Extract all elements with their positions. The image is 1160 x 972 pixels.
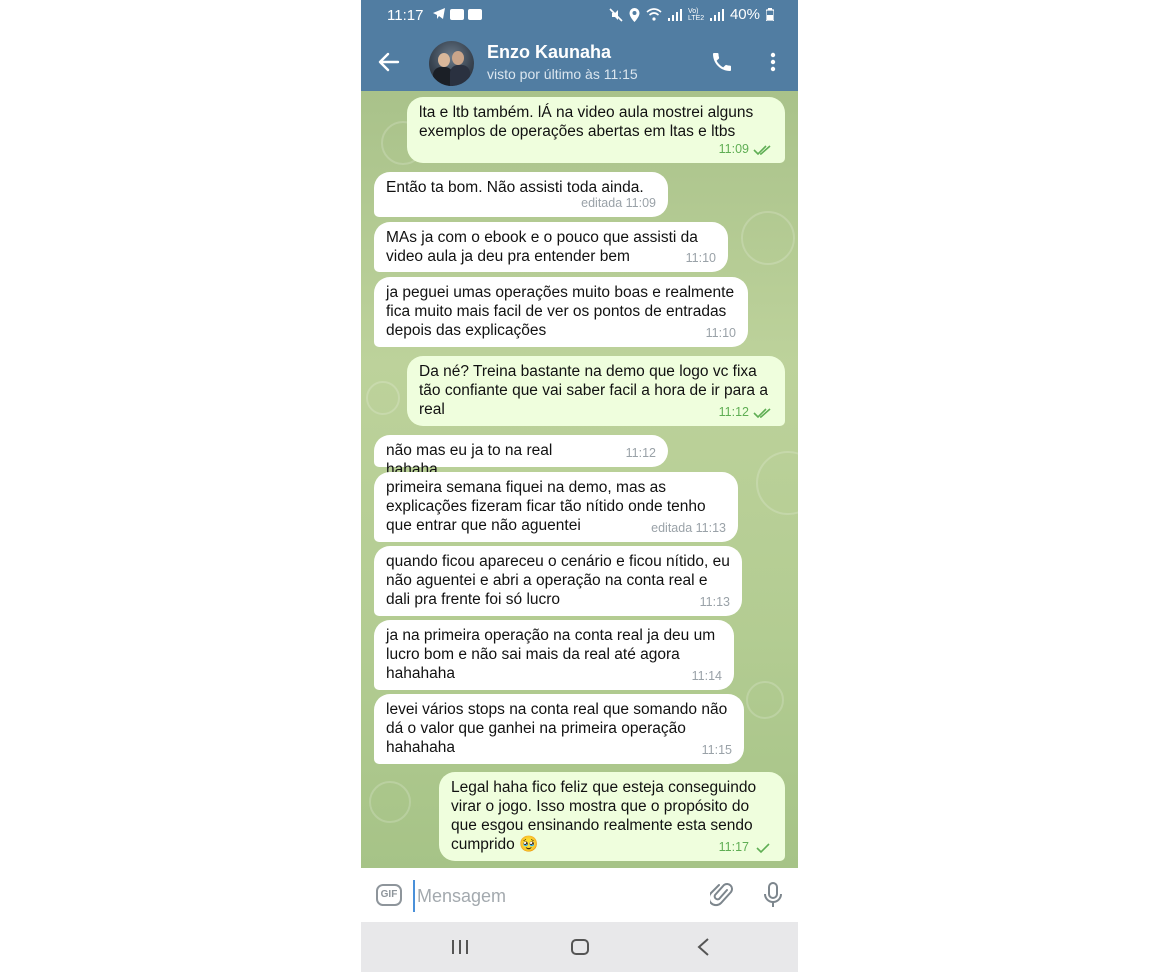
message-text: ja na primeira operação na conta real ja… bbox=[386, 627, 716, 682]
message-bubble-incoming[interactable]: primeira semana fiquei na demo, mas as e… bbox=[374, 472, 738, 542]
message-time: 11:17 bbox=[718, 840, 749, 854]
nav-back-icon[interactable] bbox=[696, 937, 710, 957]
message-bubble-incoming[interactable]: ja peguei umas operações muito boas e re… bbox=[374, 277, 748, 347]
chat-area[interactable]: lta e ltb também. lÁ na video aula mostr… bbox=[361, 91, 798, 868]
location-icon bbox=[629, 7, 640, 22]
recent-apps-icon[interactable] bbox=[450, 939, 470, 955]
system-nav-bar bbox=[361, 922, 798, 972]
double-check-icon bbox=[753, 407, 771, 418]
message-meta: 11:12 bbox=[719, 403, 773, 422]
contact-name[interactable]: Enzo Kaunaha bbox=[487, 42, 611, 63]
home-icon[interactable] bbox=[571, 939, 589, 955]
message-time: 11:10 bbox=[685, 251, 716, 265]
message-text: Da né? Treina bastante na demo que logo … bbox=[419, 363, 768, 418]
gallery-notification-icon bbox=[450, 8, 464, 20]
mute-icon bbox=[609, 7, 623, 22]
microphone-icon[interactable] bbox=[761, 881, 785, 909]
message-bubble-incoming[interactable]: MAs ja com o ebook e o pouco que assisti… bbox=[374, 222, 728, 272]
message-time: 11:12 bbox=[718, 405, 749, 419]
message-time: 11:15 bbox=[701, 743, 732, 757]
contact-avatar[interactable] bbox=[429, 41, 474, 86]
message-text: ja peguei umas operações muito boas e re… bbox=[386, 284, 735, 339]
status-right-icons: Vo) LTE2 40% bbox=[609, 6, 774, 23]
message-meta: 11:10 bbox=[686, 249, 716, 268]
message-text: MAs ja com o ebook e o pouco que assisti… bbox=[386, 229, 698, 265]
more-options-icon[interactable] bbox=[763, 50, 783, 74]
message-bubble-incoming[interactable]: levei vários stops na conta real que som… bbox=[374, 694, 744, 764]
message-time: 11:12 bbox=[625, 446, 656, 460]
message-time: 11:09 bbox=[718, 142, 749, 156]
back-arrow-icon[interactable] bbox=[376, 49, 402, 75]
message-input[interactable] bbox=[413, 880, 699, 912]
message-meta: 11:12 bbox=[626, 444, 656, 463]
message-time: 11:13 bbox=[699, 595, 730, 609]
single-check-icon bbox=[756, 842, 770, 853]
battery-percent: 40% bbox=[729, 6, 760, 23]
attach-paperclip-icon[interactable] bbox=[710, 882, 734, 908]
message-meta: 11:09 bbox=[719, 140, 773, 159]
phone-call-icon[interactable] bbox=[710, 50, 734, 74]
signal-icon-2 bbox=[709, 8, 724, 21]
double-check-icon bbox=[753, 144, 771, 155]
message-meta: 11:15 bbox=[702, 741, 732, 760]
message-meta: 11:14 bbox=[692, 667, 722, 686]
notification-icons bbox=[432, 8, 482, 20]
last-seen-status: visto por último às 11:15 bbox=[487, 66, 638, 82]
message-meta: 11:17 bbox=[719, 838, 773, 857]
message-bubble-outgoing[interactable]: lta e ltb também. lÁ na video aula mostr… bbox=[407, 97, 785, 163]
message-time: editada 11:09 bbox=[581, 196, 656, 210]
message-time: 11:10 bbox=[705, 326, 736, 340]
status-bar: 11:17 Vo) LTE2 40% bbox=[361, 0, 798, 33]
phone-screen: 11:17 Vo) LTE2 40% Enzo Kaunaha visto po… bbox=[361, 0, 798, 972]
message-bubble-incoming[interactable]: ja na primeira operação na conta real ja… bbox=[374, 620, 734, 690]
message-text: quando ficou apareceu o cenário e ficou … bbox=[386, 553, 730, 608]
message-meta: editada 11:09 bbox=[581, 194, 656, 213]
message-bubble-incoming[interactable]: não mas eu ja to na real hahaha 11:12 bbox=[374, 435, 668, 478]
message-bubble-incoming[interactable]: Então ta bom. Não assisti toda ainda. ed… bbox=[374, 172, 668, 217]
message-time: editada 11:13 bbox=[651, 521, 726, 535]
message-meta: 11:13 bbox=[700, 593, 730, 612]
message-composer: GIF bbox=[361, 868, 798, 922]
message-text: Legal haha fico feliz que esteja consegu… bbox=[451, 779, 757, 853]
gallery-notification-icon-2 bbox=[468, 8, 482, 20]
message-bubble-outgoing[interactable]: Da né? Treina bastante na demo que logo … bbox=[407, 356, 785, 426]
message-bubble-outgoing[interactable]: Legal haha fico feliz que esteja consegu… bbox=[439, 772, 785, 861]
status-time: 11:17 bbox=[387, 7, 424, 24]
network-label: Vo) LTE2 bbox=[687, 7, 705, 22]
telegram-notification-icon bbox=[433, 8, 445, 19]
message-time: 11:14 bbox=[691, 669, 722, 683]
gif-emoji-button[interactable]: GIF bbox=[376, 884, 402, 906]
signal-icon bbox=[667, 8, 682, 21]
message-meta: editada 11:13 bbox=[651, 519, 726, 538]
wifi-icon bbox=[646, 8, 662, 21]
chat-header: Enzo Kaunaha visto por último às 11:15 bbox=[361, 33, 798, 91]
message-text: lta e ltb também. lÁ na video aula mostr… bbox=[419, 104, 754, 140]
battery-icon bbox=[766, 8, 774, 21]
message-text: levei vários stops na conta real que som… bbox=[386, 701, 728, 756]
message-meta: 11:10 bbox=[706, 324, 736, 343]
message-bubble-incoming[interactable]: quando ficou apareceu o cenário e ficou … bbox=[374, 546, 742, 616]
